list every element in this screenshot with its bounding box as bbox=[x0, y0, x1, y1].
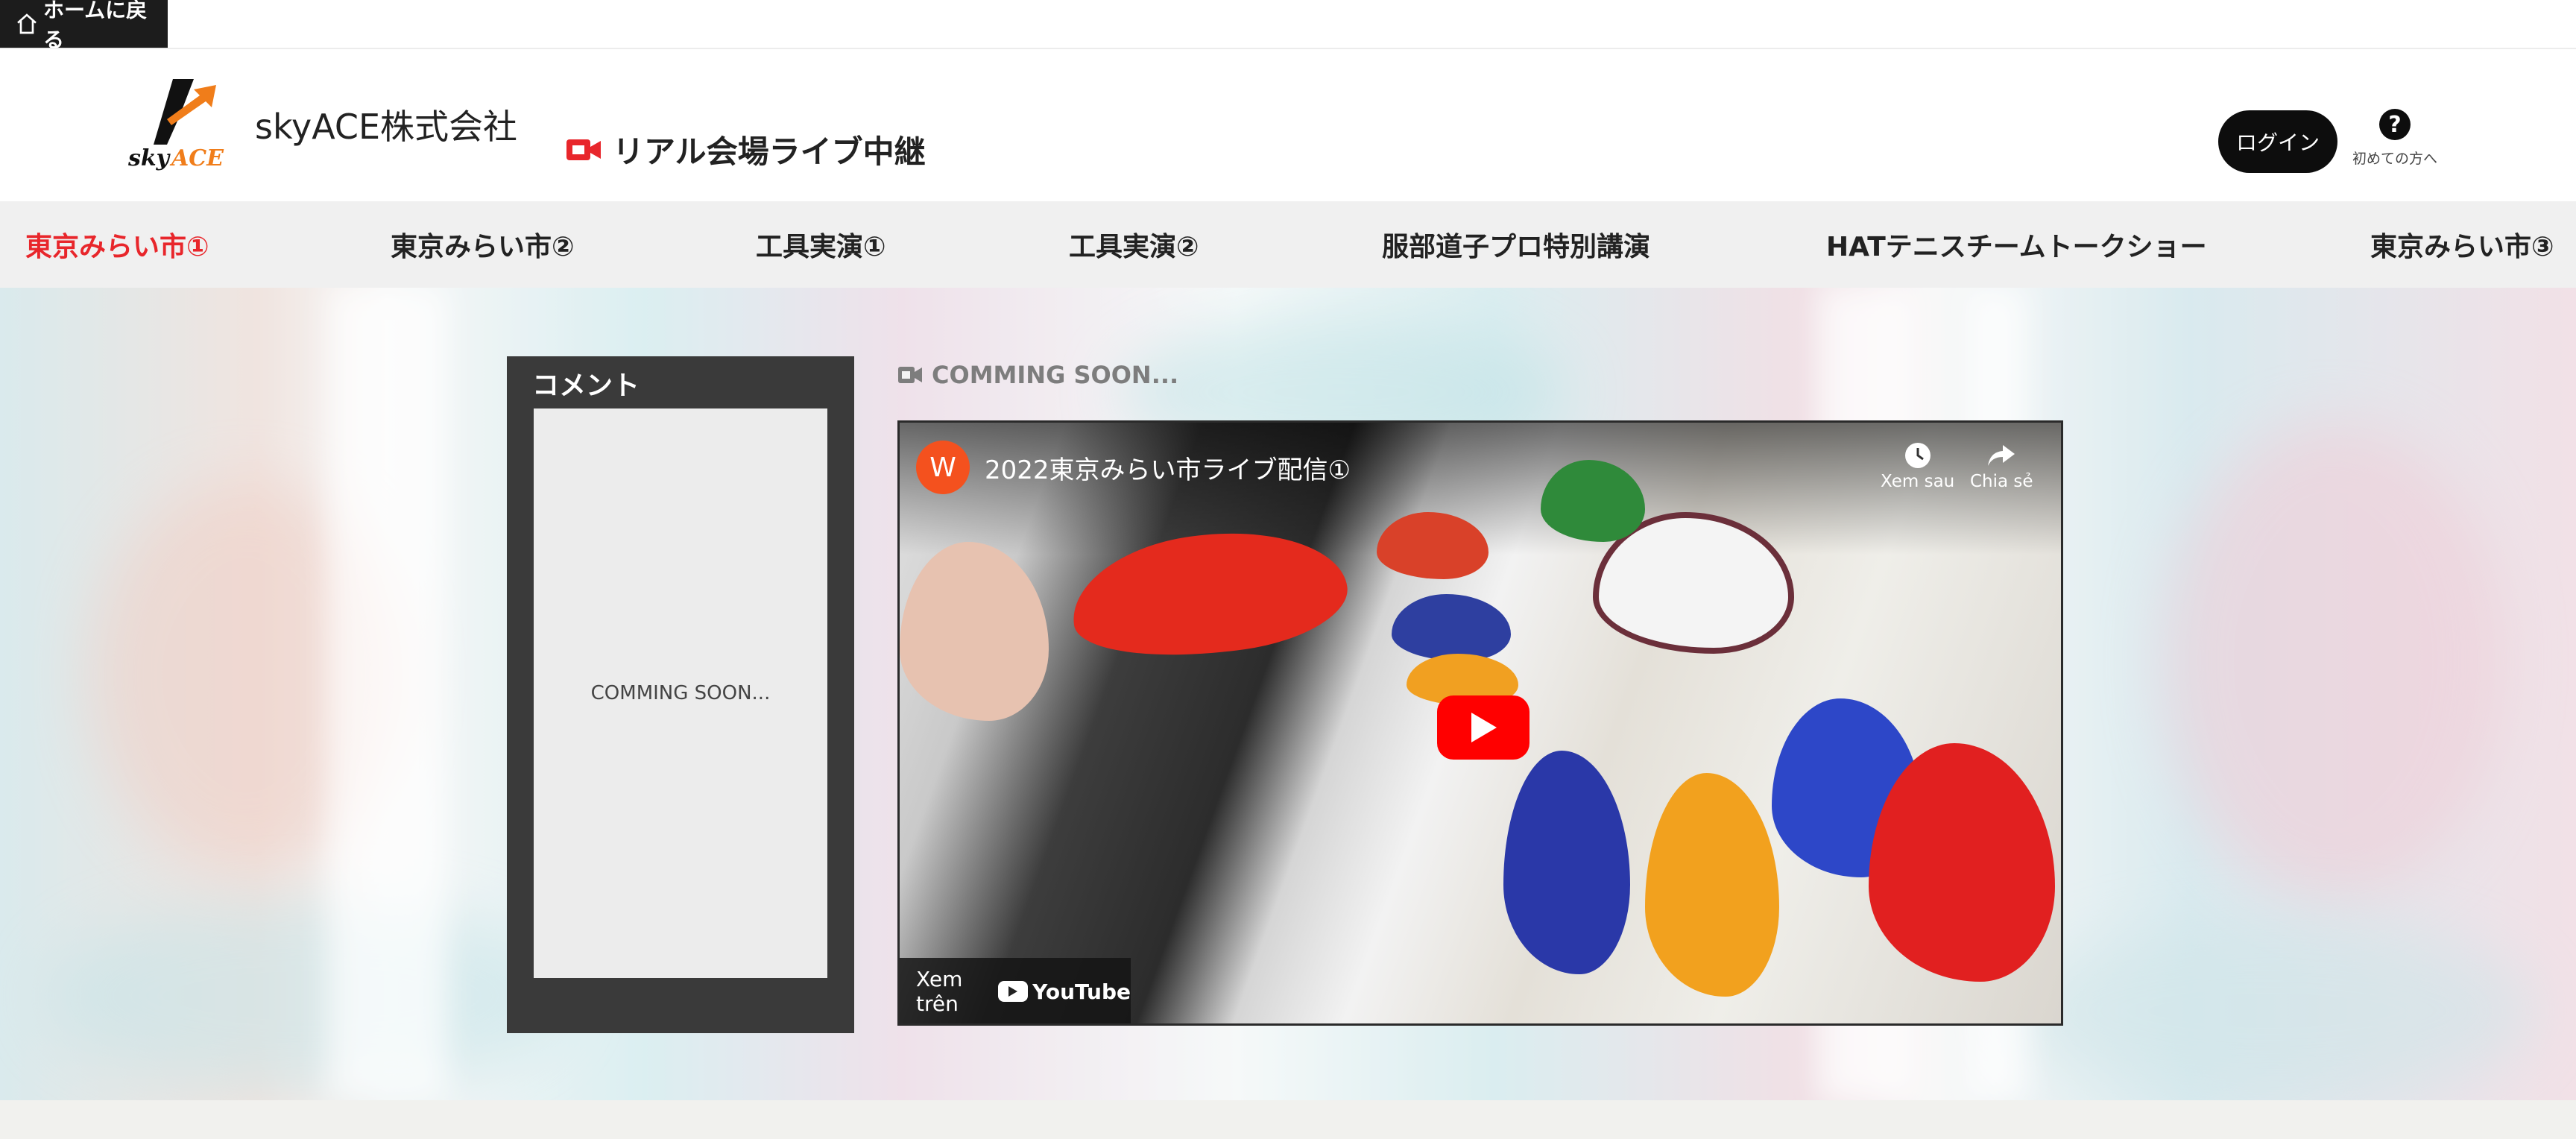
youtube-player[interactable]: W 2022東京みらい市ライブ配信① Xem sau Chia sẻ Xem t… bbox=[897, 420, 2063, 1026]
login-button[interactable]: ログイン bbox=[2218, 110, 2337, 173]
comment-panel: コメント COMMING SOON... bbox=[507, 356, 854, 1033]
channel-avatar[interactable]: W bbox=[916, 441, 970, 494]
first-time-help-link[interactable]: ? 初めての方へ bbox=[2346, 109, 2443, 168]
tab-tokyo-mirai-3[interactable]: 東京みらい市③ bbox=[2370, 201, 2554, 288]
youtube-logo: YouTube bbox=[998, 979, 1131, 1004]
tab-tennis-talkshow[interactable]: HATテニスチームトークショー bbox=[1826, 201, 2207, 288]
comment-title: コメント bbox=[532, 370, 640, 401]
tab-tokyo-mirai-2[interactable]: 東京みらい市② bbox=[391, 201, 574, 288]
svg-text:sky: sky bbox=[127, 145, 171, 171]
youtube-play-icon bbox=[998, 981, 1029, 1002]
help-label: 初めての方へ bbox=[2352, 151, 2437, 167]
stream-tabs: 東京みらい市① 東京みらい市② 工具実演① 工具実演② 服部道子プロ特別講演 H… bbox=[0, 201, 2576, 288]
top-bar: ホームに戻る bbox=[0, 0, 2576, 52]
play-icon bbox=[1471, 713, 1497, 742]
stream-status-label: COMMING SOON... bbox=[932, 361, 1179, 389]
play-button[interactable] bbox=[1437, 695, 1530, 760]
share-button[interactable]: Chia sẻ bbox=[1970, 439, 2033, 491]
comment-placeholder: COMMING SOON... bbox=[590, 682, 771, 704]
home-button-label: ホームに戻る bbox=[42, 0, 148, 52]
footer-strip bbox=[0, 1100, 2576, 1139]
stream-status: COMMING SOON... bbox=[897, 361, 1178, 389]
home-icon bbox=[17, 13, 37, 34]
clock-icon bbox=[1901, 439, 1934, 472]
company-name: skyACE株式会社 bbox=[255, 107, 518, 147]
site-header: sky ACE skyACE株式会社 リアル会場ライブ中継 ログイン ? 初めて… bbox=[0, 49, 2576, 201]
watch-on-label: Xem trên bbox=[916, 967, 963, 1016]
watch-later-label: Xem sau bbox=[1881, 472, 1955, 491]
home-button[interactable]: ホームに戻る bbox=[0, 0, 168, 52]
tab-special-lecture[interactable]: 服部道子プロ特別講演 bbox=[1382, 201, 1650, 288]
live-broadcast-label: リアル会場ライブ中継 bbox=[613, 133, 926, 170]
watch-later-button[interactable]: Xem sau bbox=[1881, 439, 1954, 491]
question-icon: ? bbox=[2379, 109, 2411, 140]
video-camera-icon bbox=[566, 139, 601, 160]
youtube-wordmark: YouTube bbox=[1032, 979, 1131, 1004]
watch-on-youtube-button[interactable]: Xem trên YouTube bbox=[900, 958, 1131, 1023]
comment-feed[interactable]: COMMING SOON... bbox=[534, 408, 827, 978]
share-icon bbox=[1985, 439, 2018, 472]
tab-tokyo-mirai-1[interactable]: 東京みらい市① bbox=[25, 201, 209, 288]
tab-tool-demo-2[interactable]: 工具実演② bbox=[1069, 201, 1199, 288]
skyace-logo[interactable]: sky ACE bbox=[125, 73, 239, 171]
tab-tool-demo-1[interactable]: 工具実演① bbox=[756, 201, 886, 288]
share-label: Chia sẻ bbox=[1970, 472, 2033, 491]
video-camera-icon bbox=[898, 367, 922, 383]
live-broadcast-heading: リアル会場ライブ中継 bbox=[565, 127, 926, 172]
svg-text:ACE: ACE bbox=[169, 145, 224, 171]
video-title[interactable]: 2022東京みらい市ライブ配信① bbox=[985, 449, 1351, 486]
